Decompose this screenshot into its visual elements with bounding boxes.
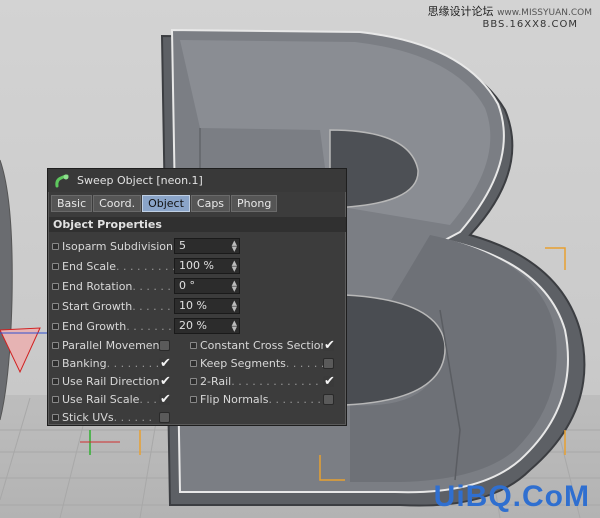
check-label: Parallel Movement [62, 338, 164, 352]
check-dots: . . . . . . [285, 356, 325, 370]
check-2-rail: 2-Rail . . . . . . . . . . . . . . . ✔ [190, 373, 340, 389]
keyframe-dot[interactable] [52, 303, 59, 310]
watermark-logo: UiBQ.CoM [433, 480, 590, 513]
tab-bar: Basic Coord. Object Caps Phong [51, 195, 278, 212]
spin-arrows-icon[interactable]: ▲ ▼ [232, 280, 239, 293]
tab-phong[interactable]: Phong [231, 195, 278, 212]
keyframe-dot[interactable] [52, 395, 59, 403]
field-dots: . . . . . . [132, 280, 171, 293]
keyframe-dot[interactable] [190, 359, 197, 367]
watermark-top: 思缘设计论坛 www.MISSYUAN.COM [427, 5, 592, 18]
check-dots: . . . . . . [113, 410, 153, 424]
section-object-properties: Object Properties [49, 217, 346, 232]
check-label: Constant Cross Section [200, 338, 328, 352]
left-object [0, 159, 13, 421]
tab-coord[interactable]: Coord. [93, 195, 142, 212]
dialog-title: Sweep Object [neon.1] [77, 174, 203, 187]
check-keep-segments: Keep Segments . . . . . . [190, 355, 340, 371]
keyframe-dot[interactable] [52, 377, 59, 385]
check-dots: . . . . . . . . . . . . . . . [231, 374, 333, 388]
use-rail-scale-checkbox[interactable]: ✔ [159, 393, 171, 406]
field-end-scale: End Scale . . . . . . . . . 100 % ▲ ▼ [52, 258, 252, 275]
check-banking: Banking . . . . . . . . . ✔ [52, 355, 187, 371]
keyframe-dot[interactable] [52, 283, 59, 290]
check-constant-cross-section: Constant Cross Section ✔ [190, 337, 340, 353]
keyframe-dot[interactable] [52, 359, 59, 367]
check-stick-uvs: Stick UVs . . . . . . [52, 409, 187, 425]
check-use-rail-scale: Use Rail Scale . . . . ✔ [52, 391, 187, 407]
check-label: Flip Normals [200, 392, 269, 406]
field-start-growth: Start Growth . . . . . . 10 % ▲ ▼ [52, 298, 252, 315]
keyframe-dot[interactable] [52, 323, 59, 330]
keyframe-dot[interactable] [190, 395, 197, 403]
field-label: End Growth [62, 320, 127, 333]
end-growth-input[interactable]: 20 % ▲ ▼ [174, 318, 240, 334]
sweep-object-icon [55, 174, 69, 187]
use-rail-direction-checkbox[interactable]: ✔ [159, 375, 171, 388]
field-label: Isoparm Subdivision [62, 240, 173, 253]
field-dots: . . . . . . . [126, 320, 172, 333]
stick-uvs-checkbox[interactable] [159, 411, 170, 423]
keyframe-dot[interactable] [52, 341, 59, 349]
check-flip-normals: Flip Normals . . . . . . . . [190, 391, 340, 407]
keyframe-dot[interactable] [190, 341, 197, 349]
check-label: Stick UVs [62, 410, 114, 424]
tab-caps[interactable]: Caps [190, 195, 231, 212]
check-dots: . . . . . . . . . [106, 356, 167, 370]
watermark-sub: BBS.16XX8.COM [482, 19, 578, 30]
field-end-growth: End Growth . . . . . . . 20 % ▲ ▼ [52, 318, 252, 335]
check-parallel-movement: Parallel Movement [52, 337, 187, 353]
field-isoparm-subdivision: Isoparm Subdivision 5 ▲ ▼ [52, 238, 252, 255]
check-label: Keep Segments [200, 356, 286, 370]
check-label: Banking [62, 356, 107, 370]
parallel-movement-checkbox[interactable] [159, 339, 170, 351]
keyframe-dot[interactable] [190, 377, 197, 385]
tab-object[interactable]: Object [142, 195, 190, 212]
check-label: Use Rail Scale [62, 392, 140, 406]
check-label: Use Rail Direction [62, 374, 160, 388]
tab-basic[interactable]: Basic [51, 195, 93, 212]
spin-arrows-icon[interactable]: ▲ ▼ [232, 240, 239, 253]
field-label: End Scale [62, 260, 116, 273]
2-rail-checkbox[interactable]: ✔ [323, 375, 335, 388]
end-scale-input[interactable]: 100 % ▲ ▼ [174, 258, 240, 274]
3d-viewport[interactable]: 思缘设计论坛 www.MISSYUAN.COM BBS.16XX8.COM Ui… [0, 0, 600, 518]
keyframe-dot[interactable] [52, 413, 59, 421]
isoparm-subdivision-input[interactable]: 5 ▲ ▼ [174, 238, 240, 254]
flip-normals-checkbox[interactable] [323, 393, 334, 405]
constant-cross-section-checkbox[interactable]: ✔ [323, 339, 335, 352]
field-end-rotation: End Rotation . . . . . . 0 ° ▲ ▼ [52, 278, 252, 295]
spin-arrows-icon[interactable]: ▲ ▼ [232, 260, 239, 273]
spin-arrows-icon[interactable]: ▲ ▼ [232, 300, 239, 313]
banking-checkbox[interactable]: ✔ [159, 357, 171, 370]
keep-segments-checkbox[interactable] [323, 357, 334, 369]
field-dots: . . . . . . . . . [116, 260, 176, 273]
keyframe-dot[interactable] [52, 243, 59, 250]
sweep-object-dialog: Sweep Object [neon.1] Basic Coord. Objec… [47, 168, 347, 426]
check-dots: . . . . . . . . [268, 392, 321, 406]
spin-arrows-icon[interactable]: ▲ ▼ [232, 320, 239, 333]
keyframe-dot[interactable] [52, 263, 59, 270]
field-dots: . . . . . . [132, 300, 171, 313]
check-label: 2-Rail [200, 374, 232, 388]
check-use-rail-direction: Use Rail Direction ✔ [52, 373, 187, 389]
dialog-title-bar[interactable]: Sweep Object [neon.1] [48, 169, 346, 192]
field-label: End Rotation [62, 280, 133, 293]
start-growth-input[interactable]: 10 % ▲ ▼ [174, 298, 240, 314]
field-label: Start Growth [62, 300, 133, 313]
end-rotation-input[interactable]: 0 ° ▲ ▼ [174, 278, 240, 294]
